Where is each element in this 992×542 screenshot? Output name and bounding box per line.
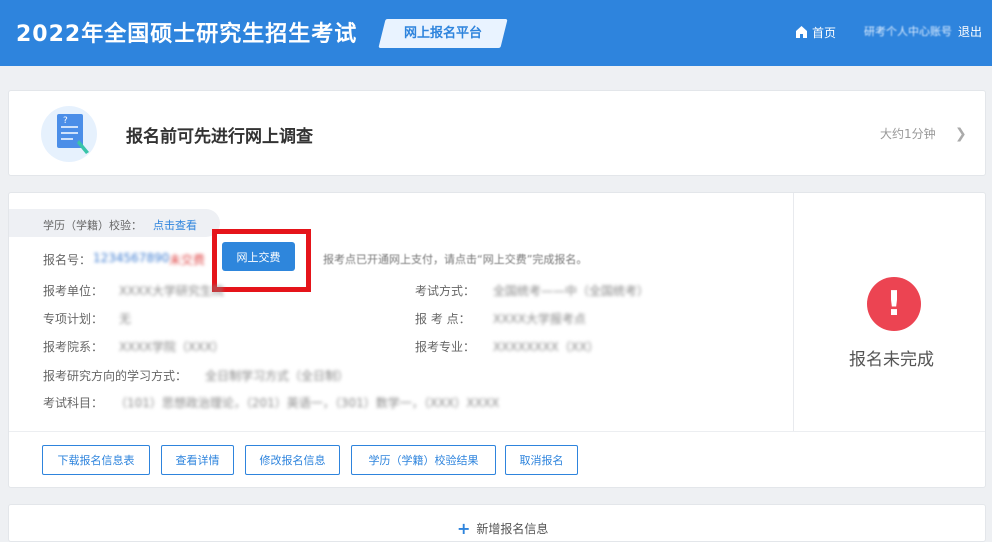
svg-text:?: ? [63, 116, 68, 126]
reg-no-label: 报名号： [43, 253, 92, 267]
status-divider [793, 193, 794, 431]
home-icon [796, 26, 807, 38]
field-label-exam-subjects: 考试科目： [43, 396, 104, 410]
highlight-box [212, 229, 311, 292]
education-check-result-button[interactable]: 学历（学籍）校验结果 [351, 445, 496, 475]
registration-status: 报名未完成 [849, 350, 934, 370]
platform-badge: 网上报名平台 [403, 26, 482, 41]
document-icon: ? [57, 114, 89, 154]
field-value-special-plan: 无 [119, 312, 132, 326]
field-label-exam-mode: 考试方式： [415, 284, 476, 298]
pay-notice: 报考点已开通网上支付，请点击“网上交费”完成报名。 [323, 253, 588, 266]
field-value-major: XXXXXXXX（XX） [493, 340, 600, 354]
survey-title: 报名前可先进行网上调查 [126, 127, 313, 147]
actions-divider [9, 431, 985, 432]
field-value-exam-mode: 全国统考——中（全国统考） [493, 284, 650, 298]
survey-card[interactable]: ? 报名前可先进行网上调查 大约1分钟 ❯ [8, 90, 986, 176]
field-value-unit: XXXX大学研究生院 [119, 284, 224, 298]
nav-home-label: 首页 [812, 25, 837, 40]
survey-time-note: 大约1分钟 [880, 127, 936, 141]
edit-registration-button[interactable]: 修改报名信息 [245, 445, 340, 475]
exclamation-icon: ! [867, 277, 921, 331]
chevron-right-icon: ❯ [955, 126, 967, 142]
nav-account-link[interactable]: 研考个人中心账号 [864, 23, 952, 41]
field-value-study-mode: 全日制学习方式（全日制） [205, 369, 350, 383]
field-label-major: 报考专业： [415, 340, 476, 354]
nav-logout-link[interactable]: 退出 [958, 23, 982, 41]
view-details-button[interactable]: 查看详情 [161, 445, 234, 475]
field-label-department: 报考院系： [43, 340, 104, 354]
field-label-study-mode: 报考研究方向的学习方式： [43, 369, 188, 383]
field-label-exam-site: 报 考 点： [415, 312, 471, 326]
plus-icon: + [457, 519, 471, 538]
education-check-label: 学历（学籍）校验： [43, 219, 142, 232]
header-bar: 2022年全国硕士研究生招生考试 网上报名平台 首页 研考个人中心账号 退出 [0, 0, 992, 66]
field-label-special-plan: 专项计划： [43, 312, 104, 326]
site-title: 2022年全国硕士研究生招生考试 [16, 22, 358, 47]
field-value-exam-site: XXXX大学报考点 [493, 312, 586, 326]
nav-home-link[interactable]: 首页 [796, 23, 836, 41]
download-form-button[interactable]: 下载报名信息表 [42, 445, 150, 475]
field-value-exam-subjects: （101）思想政治理论，（201）英语一，（301）数学一，（XXX）XXXX [115, 396, 500, 410]
unpaid-tag: 未交费 [169, 253, 206, 267]
field-value-department: XXXX学院（XXX） [119, 340, 225, 354]
cancel-registration-button[interactable]: 取消报名 [505, 445, 578, 475]
add-registration-label: 新增报名信息 [476, 522, 549, 536]
registration-card: 学历（学籍）校验： 点击查看 报名号： 1234567890 未交费 网上交费 … [8, 192, 986, 488]
field-label-unit: 报考单位： [43, 284, 104, 298]
add-registration-button[interactable]: + 新增报名信息 [457, 519, 548, 538]
add-registration-card[interactable]: + 新增报名信息 [8, 504, 986, 542]
education-check-link[interactable]: 点击查看 [153, 217, 197, 233]
reg-no-value: 1234567890 [93, 251, 170, 265]
